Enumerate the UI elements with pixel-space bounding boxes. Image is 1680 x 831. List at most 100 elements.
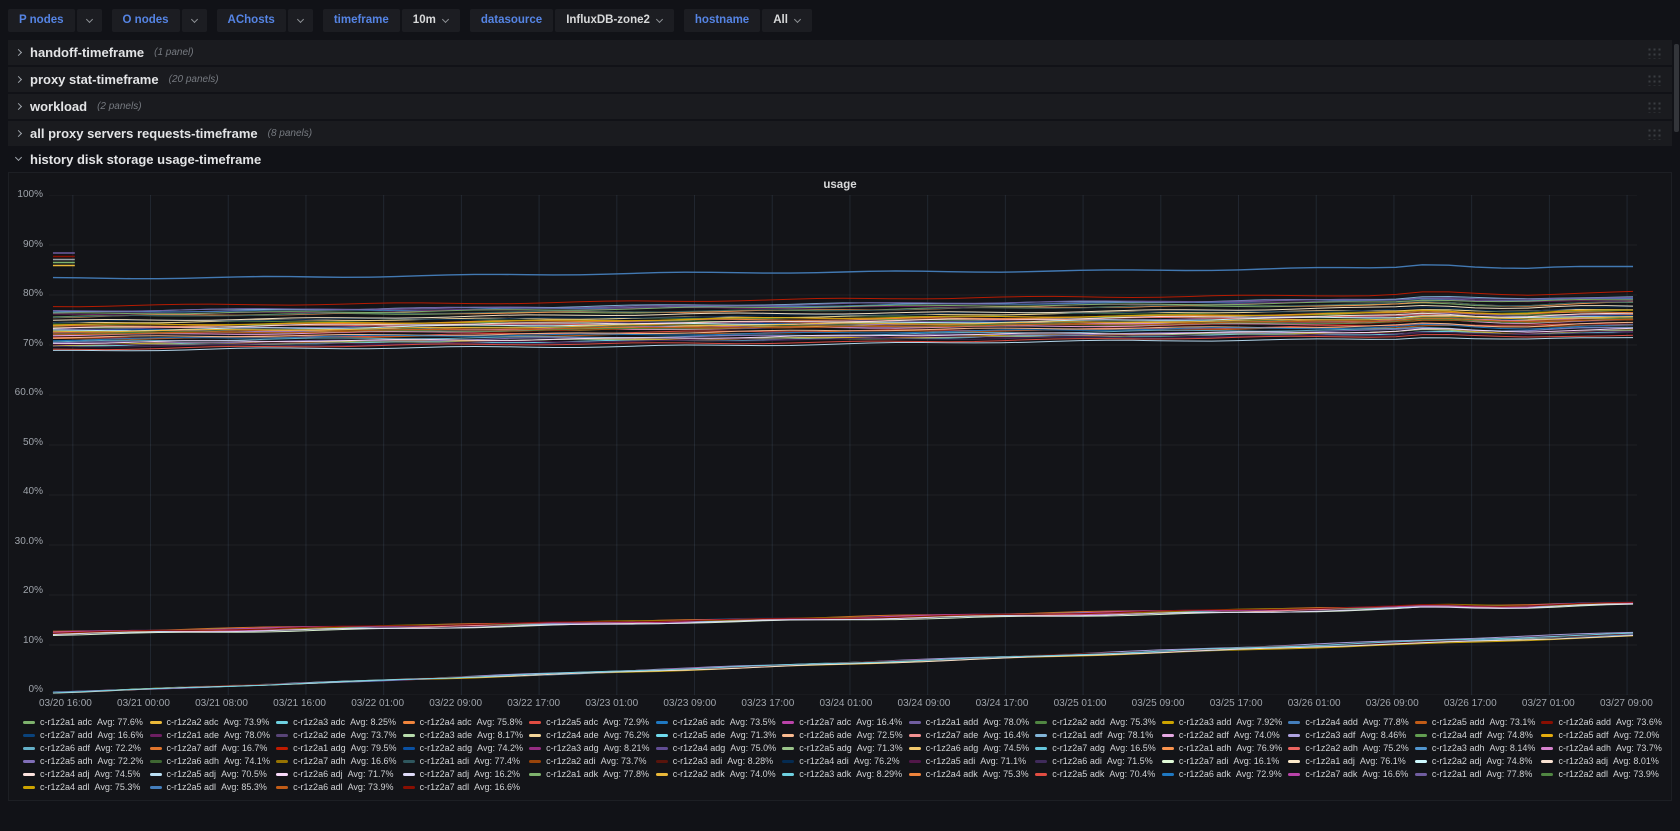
legend-item[interactable]: c-r1z2a6 adgAvg: 74.5% <box>909 743 1033 753</box>
dashboard-row[interactable]: history disk storage usage-timeframe <box>8 148 1672 170</box>
legend-item[interactable]: c-r1z2a5 adiAvg: 71.1% <box>909 756 1033 766</box>
legend-item[interactable]: c-r1z2a6 adlAvg: 73.9% <box>276 782 400 792</box>
usage-chart[interactable] <box>49 195 1637 695</box>
legend-item[interactable]: c-r1z2a4 adcAvg: 75.8% <box>403 717 527 727</box>
plot-area[interactable] <box>49 195 1637 695</box>
dashboard-row[interactable]: workload(2 panels) <box>8 94 1672 119</box>
legend-item[interactable]: c-r1z2a3 adkAvg: 8.29% <box>782 769 906 779</box>
x-tick-label: 03/22 17:00 <box>507 699 560 709</box>
grip-icon[interactable] <box>1646 100 1662 113</box>
legend-item[interactable]: c-r1z2a2 adkAvg: 74.0% <box>656 769 780 779</box>
legend-item[interactable]: c-r1z2a5 adhAvg: 72.2% <box>23 756 147 766</box>
legend-item[interactable]: c-r1z2a5 adgAvg: 71.3% <box>782 743 906 753</box>
legend-item[interactable]: c-r1z2a3 adcAvg: 8.25% <box>276 717 400 727</box>
dashboard-row[interactable]: all proxy servers requests-timeframe(8 p… <box>8 121 1672 146</box>
legend-item[interactable]: c-r1z2a6 adiAvg: 71.5% <box>1035 756 1159 766</box>
variable-value-dropdown[interactable]: 10m <box>402 9 460 32</box>
legend-item[interactable]: c-r1z2a5 addAvg: 73.1% <box>1415 717 1539 727</box>
legend-item[interactable]: c-r1z2a5 adlAvg: 85.3% <box>150 782 274 792</box>
legend-item[interactable]: c-r1z2a7 adeAvg: 16.4% <box>909 730 1033 740</box>
legend-item[interactable]: c-r1z2a7 addAvg: 16.6% <box>23 730 147 740</box>
legend-item[interactable]: c-r1z2a2 adfAvg: 74.0% <box>1162 730 1286 740</box>
legend-series-avg: Avg: 75.0% <box>730 743 776 753</box>
legend-item[interactable]: c-r1z2a1 adiAvg: 77.4% <box>403 756 527 766</box>
legend-item[interactable]: c-r1z2a4 adjAvg: 74.5% <box>23 769 147 779</box>
legend-item[interactable]: c-r1z2a2 adhAvg: 75.2% <box>1288 743 1412 753</box>
legend-item[interactable]: c-r1z2a5 adkAvg: 70.4% <box>1035 769 1159 779</box>
legend-item[interactable]: c-r1z2a1 adcAvg: 77.6% <box>23 717 147 727</box>
legend-item[interactable]: c-r1z2a4 adfAvg: 74.8% <box>1415 730 1539 740</box>
legend-item[interactable]: c-r1z2a7 adjAvg: 16.2% <box>403 769 527 779</box>
legend-item[interactable]: c-r1z2a3 adeAvg: 8.17% <box>403 730 527 740</box>
legend-series-avg: Avg: 85.3% <box>221 782 267 792</box>
grip-icon[interactable] <box>1646 127 1662 140</box>
legend-item[interactable]: c-r1z2a7 adkAvg: 16.6% <box>1288 769 1412 779</box>
variable-value-dropdown[interactable]: All <box>762 9 812 32</box>
row-panel-count: (2 panels) <box>97 101 141 112</box>
legend-item[interactable]: c-r1z2a1 adhAvg: 76.9% <box>1162 743 1286 753</box>
legend-item[interactable]: c-r1z2a5 adfAvg: 72.0% <box>1541 730 1665 740</box>
scrollbar-thumb[interactable] <box>1674 44 1679 132</box>
legend-item[interactable]: c-r1z2a7 adcAvg: 16.4% <box>782 717 906 727</box>
legend-item[interactable]: c-r1z2a1 adeAvg: 78.0% <box>150 730 274 740</box>
grip-icon[interactable] <box>1646 46 1662 59</box>
legend-item[interactable]: c-r1z2a2 addAvg: 75.3% <box>1035 717 1159 727</box>
legend-item[interactable]: c-r1z2a6 adjAvg: 71.7% <box>276 769 400 779</box>
legend-item[interactable]: c-r1z2a3 adgAvg: 8.21% <box>529 743 653 753</box>
legend-series-avg: Avg: 75.3% <box>95 782 141 792</box>
legend-item[interactable]: c-r1z2a6 adeAvg: 72.5% <box>782 730 906 740</box>
legend-item[interactable]: c-r1z2a4 adeAvg: 76.2% <box>529 730 653 740</box>
legend-item[interactable]: c-r1z2a4 adiAvg: 76.2% <box>782 756 906 766</box>
legend-item[interactable]: c-r1z2a7 adlAvg: 16.6% <box>403 782 527 792</box>
legend-item[interactable]: c-r1z2a2 adcAvg: 73.9% <box>150 717 274 727</box>
legend-series-color <box>909 734 921 737</box>
grip-icon[interactable] <box>1646 73 1662 86</box>
legend-item[interactable]: c-r1z2a5 adjAvg: 70.5% <box>150 769 274 779</box>
legend-item[interactable]: c-r1z2a4 adgAvg: 75.0% <box>656 743 780 753</box>
dashboard-row[interactable]: handoff-timeframe(1 panel) <box>8 40 1672 65</box>
legend-item[interactable]: c-r1z2a7 adhAvg: 16.6% <box>276 756 400 766</box>
legend-item[interactable]: c-r1z2a6 adhAvg: 74.1% <box>150 756 274 766</box>
legend-item[interactable]: c-r1z2a6 adkAvg: 72.9% <box>1162 769 1286 779</box>
legend-item[interactable]: c-r1z2a5 adcAvg: 72.9% <box>529 717 653 727</box>
legend-item[interactable]: c-r1z2a4 addAvg: 77.8% <box>1288 717 1412 727</box>
dashboard-row[interactable]: proxy stat-timeframe(20 panels) <box>8 67 1672 92</box>
legend-item[interactable]: c-r1z2a1 adlAvg: 77.8% <box>1415 769 1539 779</box>
legend-item[interactable]: c-r1z2a1 adkAvg: 77.8% <box>529 769 653 779</box>
legend-item[interactable]: c-r1z2a3 adfAvg: 8.46% <box>1288 730 1412 740</box>
legend-item[interactable]: c-r1z2a1 adgAvg: 79.5% <box>276 743 400 753</box>
variable-dropdown-toggle[interactable] <box>77 9 102 32</box>
panel-title: usage <box>9 173 1671 195</box>
legend-item[interactable]: c-r1z2a1 adjAvg: 76.1% <box>1288 756 1412 766</box>
legend-series-color <box>1288 773 1300 776</box>
legend-item[interactable]: c-r1z2a3 adhAvg: 8.14% <box>1415 743 1539 753</box>
legend-item[interactable]: c-r1z2a3 addAvg: 7.92% <box>1162 717 1286 727</box>
legend-item[interactable]: c-r1z2a4 adhAvg: 73.7% <box>1541 743 1665 753</box>
legend-item[interactable]: c-r1z2a6 adcAvg: 73.5% <box>656 717 780 727</box>
legend-item[interactable]: c-r1z2a4 adkAvg: 75.3% <box>909 769 1033 779</box>
row-panel-count: (20 panels) <box>169 74 219 85</box>
legend-series-color <box>656 773 668 776</box>
variable-dropdown-toggle[interactable] <box>288 9 313 32</box>
legend-item[interactable]: c-r1z2a5 adeAvg: 71.3% <box>656 730 780 740</box>
legend-item[interactable]: c-r1z2a7 adfAvg: 16.7% <box>150 743 274 753</box>
row-title: handoff-timeframe <box>30 45 144 60</box>
legend-item[interactable]: c-r1z2a3 adjAvg: 8.01% <box>1541 756 1665 766</box>
variable-value-dropdown[interactable]: InfluxDB-zone2 <box>555 9 674 32</box>
legend-item[interactable]: c-r1z2a2 adgAvg: 74.2% <box>403 743 527 753</box>
legend-item[interactable]: c-r1z2a2 adiAvg: 73.7% <box>529 756 653 766</box>
legend-series-avg: Avg: 75.8% <box>477 717 523 727</box>
legend-item[interactable]: c-r1z2a2 adeAvg: 73.7% <box>276 730 400 740</box>
legend-item[interactable]: c-r1z2a3 adiAvg: 8.28% <box>656 756 780 766</box>
variable-dropdown-toggle[interactable] <box>182 9 207 32</box>
legend-item[interactable]: c-r1z2a6 adfAvg: 72.2% <box>23 743 147 753</box>
legend-item[interactable]: c-r1z2a2 adlAvg: 73.9% <box>1541 769 1665 779</box>
legend-item[interactable]: c-r1z2a1 adfAvg: 78.1% <box>1035 730 1159 740</box>
legend-item[interactable]: c-r1z2a6 addAvg: 73.6% <box>1541 717 1665 727</box>
legend-item[interactable]: c-r1z2a1 addAvg: 78.0% <box>909 717 1033 727</box>
legend-item[interactable]: c-r1z2a2 adjAvg: 74.8% <box>1415 756 1539 766</box>
legend-item[interactable]: c-r1z2a7 adgAvg: 16.5% <box>1035 743 1159 753</box>
legend-item[interactable]: c-r1z2a4 adlAvg: 75.3% <box>23 782 147 792</box>
legend-series-color <box>1035 747 1047 750</box>
legend-item[interactable]: c-r1z2a7 adiAvg: 16.1% <box>1162 756 1286 766</box>
